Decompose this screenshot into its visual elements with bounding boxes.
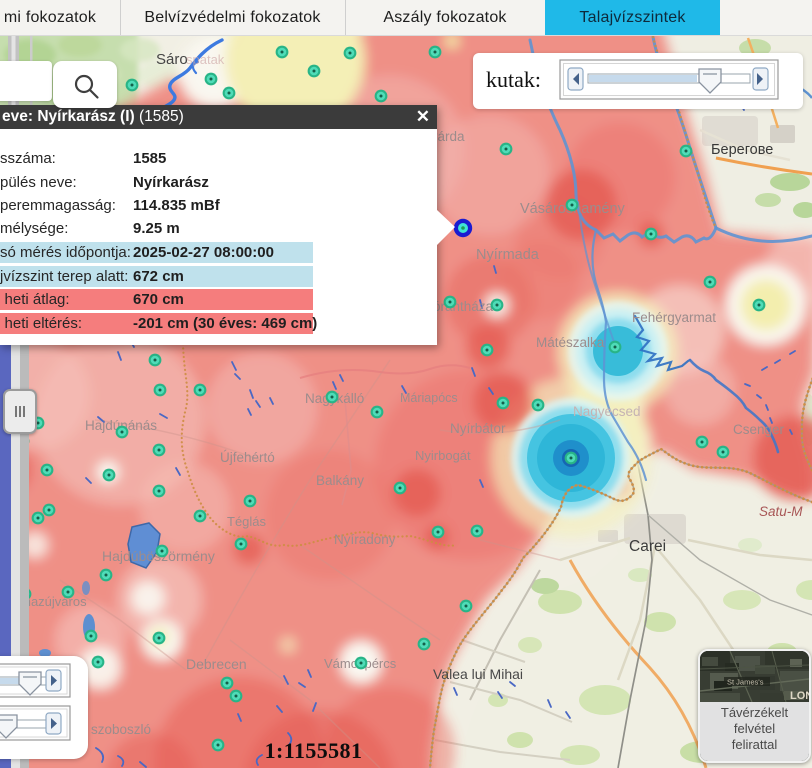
svg-text:spatak: spatak	[186, 52, 225, 67]
svg-text:Téglás: Téglás	[227, 514, 267, 529]
svg-text:Csenger: Csenger	[733, 422, 785, 437]
svg-text:Nyírbátor: Nyírbátor	[450, 421, 506, 436]
svg-text:Carei: Carei	[629, 538, 666, 555]
svg-text:Nyíradony: Nyíradony	[334, 532, 396, 547]
svg-text:Nagyecsed: Nagyecsed	[573, 404, 641, 419]
svg-text:Nyirbogát: Nyirbogát	[415, 448, 471, 463]
svg-text:Берегове: Берегове	[711, 142, 773, 158]
svg-text:LON: LON	[790, 690, 809, 702]
svg-text:Máriapócs: Máriapócs	[400, 391, 458, 405]
svg-text:Mátészalka: Mátészalka	[536, 335, 605, 350]
svg-text:Debrecen: Debrecen	[186, 656, 247, 672]
svg-text:Sáro: Sáro	[156, 51, 188, 68]
svg-text:Balkány: Balkány	[316, 473, 364, 488]
svg-text:Fehérgyarmat: Fehérgyarmat	[632, 310, 716, 325]
svg-text:lórántháza: lórántháza	[430, 299, 494, 314]
svg-text:Nyírmada: Nyírmada	[476, 247, 540, 263]
svg-text:Satu-M: Satu-M	[759, 504, 803, 519]
svg-text:Újfehértó: Újfehértó	[220, 450, 275, 465]
svg-text:St James's: St James's	[727, 678, 764, 687]
svg-text:Valea lui Mihai: Valea lui Mihai	[433, 666, 523, 682]
svg-text:szoboszló: szoboszló	[91, 722, 151, 737]
